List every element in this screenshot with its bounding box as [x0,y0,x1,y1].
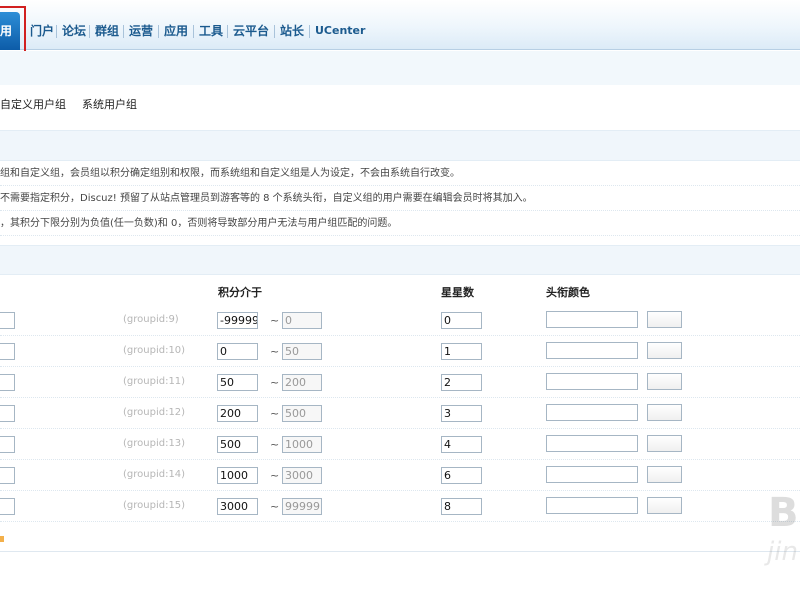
title-color-input[interactable] [546,497,638,514]
nav-tab-webmaster[interactable]: 站长 [276,19,308,43]
title-color-input[interactable] [546,404,638,421]
points-high-input: 500 [282,405,322,422]
points-high-input: 0 [282,312,322,329]
color-picker-button[interactable] [647,435,682,452]
top-navigation: 用户 门户 论坛 群组 运营 应用 工具 云平台 站长 UCenter [0,0,800,76]
nav-tab-users[interactable]: 用户 [0,12,20,76]
group-title-input[interactable] [0,436,15,453]
nav-separator [193,25,194,38]
watermark: B [768,490,799,536]
tips-list: 组和自定义组，会员组以积分确定组别和权限，而系统组和自定义组是人为设定，不会由系… [0,161,800,236]
table-row: (groupid:11) 50 ~200 2 [0,367,800,398]
tip-item: 不需要指定积分，Discuz! 预留了从站点管理员到游客等的 8 个系统头衔，自… [0,186,800,211]
nav-separator [309,25,310,38]
nav-separator [274,25,275,38]
nav-separator [123,25,124,38]
group-title-input[interactable] [0,374,15,391]
nav-separator [227,25,228,38]
table-row: (groupid:9) -99999 ~0 0 [0,305,800,336]
color-picker-button[interactable] [647,404,682,421]
subtab-system-groups[interactable]: 系统用户组 [82,96,137,112]
nav-tab-forum[interactable]: 论坛 [58,19,90,43]
stars-input[interactable]: 8 [441,498,482,515]
range-separator: ~ [270,438,280,451]
points-high-input: 200 [282,374,322,391]
column-header-color: 头衔颜色 [546,286,590,299]
color-picker-button[interactable] [647,311,682,328]
points-low-input[interactable]: 1000 [217,467,258,484]
points-high-input: 1000 [282,436,322,453]
color-picker-button[interactable] [647,466,682,483]
color-picker-button[interactable] [647,342,682,359]
table-row: (groupid:14) 1000 ~3000 6 [0,460,800,491]
nav-tab-portal[interactable]: 门户 [26,19,58,43]
nav-tab-ucenter[interactable]: UCenter [311,19,369,43]
column-header-stars: 星星数 [441,286,474,299]
stars-input[interactable]: 2 [441,374,482,391]
range-separator: ~ [270,500,280,513]
nav-tab-operations[interactable]: 运营 [125,19,157,43]
nav-subband [0,51,800,85]
column-header-points: 积分介于 [218,286,262,299]
group-title-input[interactable] [0,498,15,515]
stars-input[interactable]: 4 [441,436,482,453]
range-separator: ~ [270,469,280,482]
group-id-label: (groupid:9) [123,314,179,325]
table-row: (groupid:12) 200 ~500 3 [0,398,800,429]
nav-tab-group[interactable]: 群组 [91,19,123,43]
points-low-input[interactable]: 50 [217,374,258,391]
points-low-input[interactable]: 200 [217,405,258,422]
orange-marker [0,536,4,542]
range-separator: ~ [270,314,280,327]
nav-separator [56,25,57,38]
table-header-bar [0,245,800,275]
nav-tab-cloud[interactable]: 云平台 [229,19,273,43]
group-id-label: (groupid:10) [123,345,186,356]
tip-item: ，其积分下限分别为负值(任一负数)和 0，否则将导致部分用户无法与用户组匹配的问… [0,211,800,236]
range-separator: ~ [270,407,280,420]
subtab-custom-groups[interactable]: 自定义用户组 [0,96,66,112]
title-color-input[interactable] [546,373,638,390]
title-color-input[interactable] [546,435,638,452]
title-color-input[interactable] [546,342,638,359]
stars-input[interactable]: 3 [441,405,482,422]
group-id-label: (groupid:14) [123,469,186,480]
tips-header-bar [0,130,800,161]
group-id-label: (groupid:11) [123,376,186,387]
nav-separator [89,25,90,38]
group-title-input[interactable] [0,312,15,329]
group-id-label: (groupid:13) [123,438,186,449]
nav-tab-tools[interactable]: 工具 [195,19,227,43]
nav-tab-apps[interactable]: 应用 [160,19,192,43]
title-color-input[interactable] [546,311,638,328]
points-high-input: 3000 [282,467,322,484]
points-high-input: 50 [282,343,322,360]
table-row: (groupid:10) 0 ~50 1 [0,336,800,367]
points-high-input: 99999 [282,498,322,515]
group-id-label: (groupid:12) [123,407,186,418]
stars-input[interactable]: 0 [441,312,482,329]
title-color-input[interactable] [546,466,638,483]
color-picker-button[interactable] [647,497,682,514]
group-title-input[interactable] [0,405,15,422]
table-header: 积分介于 星星数 头衔颜色 [0,280,800,304]
points-low-input[interactable]: -99999 [217,312,258,329]
group-title-input[interactable] [0,343,15,360]
footer-divider [0,551,800,552]
watermark-text: jin [767,537,798,567]
table-row: (groupid:13) 500 ~1000 4 [0,429,800,460]
nav-separator [158,25,159,38]
points-low-input[interactable]: 500 [217,436,258,453]
tip-item: 组和自定义组，会员组以积分确定组别和权限，而系统组和自定义组是人为设定，不会由系… [0,161,800,186]
stars-input[interactable]: 1 [441,343,482,360]
range-separator: ~ [270,345,280,358]
range-separator: ~ [270,376,280,389]
color-picker-button[interactable] [647,373,682,390]
points-low-input[interactable]: 0 [217,343,258,360]
points-low-input[interactable]: 3000 [217,498,258,515]
stars-input[interactable]: 6 [441,467,482,484]
group-id-label: (groupid:15) [123,500,186,511]
table-row: (groupid:15) 3000 ~99999 8 [0,491,800,522]
group-title-input[interactable] [0,467,15,484]
